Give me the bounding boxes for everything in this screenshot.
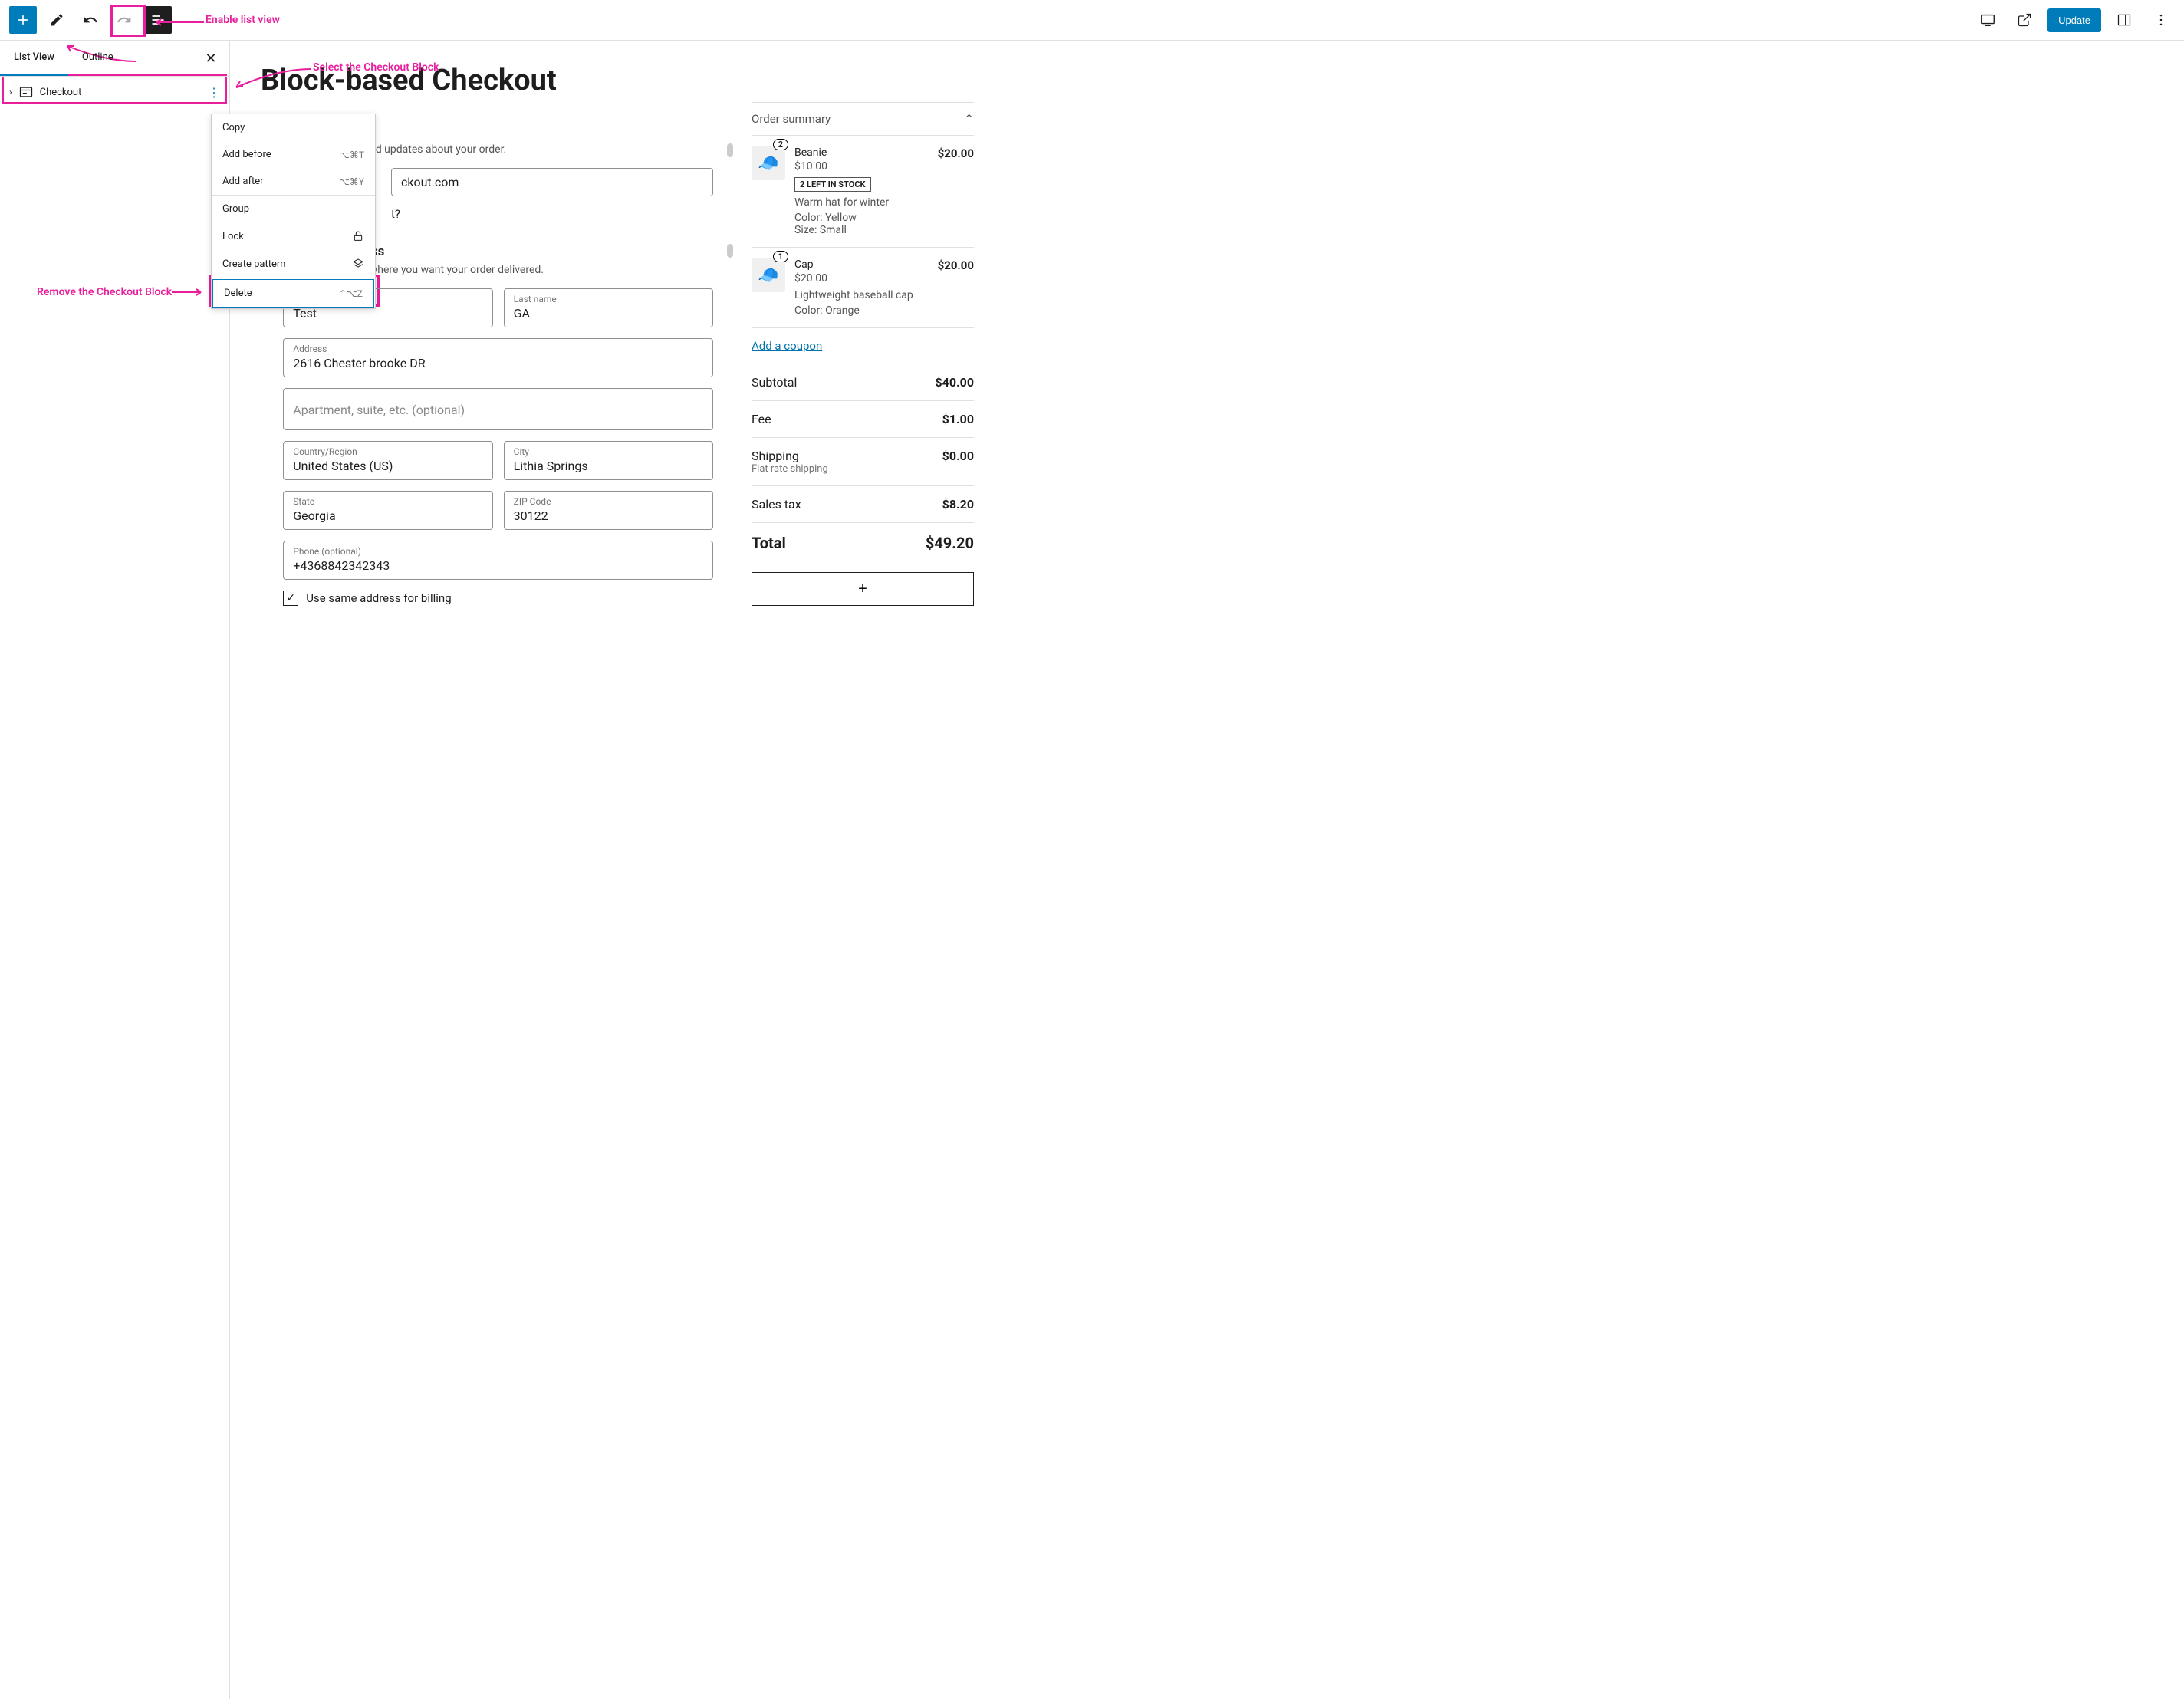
last-name-field[interactable]: Last name GA: [504, 288, 713, 327]
page-title: Block-based Checkout: [261, 64, 713, 97]
product-attr: Color: Orange: [794, 304, 929, 317]
block-options-button[interactable]: ⋮: [208, 85, 220, 100]
settings-panel-button[interactable]: [2110, 6, 2138, 34]
lock-icon: [352, 230, 364, 242]
chevron-up-icon: ⌃: [964, 112, 974, 126]
list-view-button[interactable]: [144, 6, 172, 34]
email-field[interactable]: ckout.com: [391, 168, 713, 196]
shipping-row: ShippingFlat rate shipping $0.00: [752, 437, 974, 485]
total-row: Total$49.20: [752, 522, 974, 563]
menu-add-before[interactable]: Add before⌥⌘T: [212, 141, 375, 168]
menu-lock[interactable]: Lock: [212, 222, 375, 250]
redo-button[interactable]: [110, 6, 138, 34]
product-unit-price: $10.00: [794, 160, 929, 173]
product-attr: Color: Yellow: [794, 212, 929, 224]
product-thumbnail: 🧢1: [752, 258, 785, 292]
zip-field[interactable]: ZIP Code 30122: [504, 491, 713, 530]
drag-handle[interactable]: [727, 143, 733, 157]
checkbox-icon: ✓: [283, 591, 298, 606]
tab-list-view[interactable]: List View: [0, 41, 68, 76]
chevron-right-icon: ›: [9, 87, 12, 97]
undo-button[interactable]: [77, 6, 104, 34]
product-total: $20.00: [938, 258, 974, 317]
block-context-menu: Copy Add before⌥⌘T Add after⌥⌘Y Group Lo…: [211, 114, 376, 309]
preview-button[interactable]: [1974, 6, 2001, 34]
product-desc: Lightweight baseball cap: [794, 289, 929, 301]
menu-group[interactable]: Group: [212, 196, 375, 222]
address-field[interactable]: Address 2616 Chester brooke DR: [283, 338, 713, 377]
editor-toolbar: Update: [0, 0, 2184, 41]
list-view-panel: List View Outline ✕ › Checkout ⋮: [0, 41, 230, 1699]
product-desc: Warm hat for winter: [794, 196, 929, 209]
product-name: Beanie: [794, 146, 929, 159]
tax-row: Sales tax$8.20: [752, 485, 974, 522]
product-unit-price: $20.00: [794, 272, 929, 285]
product-thumbnail: 🧢2: [752, 146, 785, 180]
tree-item-checkout[interactable]: › Checkout ⋮: [0, 77, 229, 107]
stock-badge: 2 LEFT IN STOCK: [794, 177, 871, 192]
edit-button[interactable]: [43, 6, 71, 34]
add-coupon-link[interactable]: Add a coupon: [752, 328, 974, 364]
product-name: Cap: [794, 258, 929, 271]
checkout-block-icon: [18, 84, 34, 100]
qty-badge: 1: [773, 251, 788, 262]
qty-badge: 2: [773, 139, 788, 150]
city-field[interactable]: City Lithia Springs: [504, 441, 713, 480]
summary-header[interactable]: Order summary ⌃: [752, 102, 974, 136]
pattern-icon: [352, 258, 364, 270]
apartment-field[interactable]: Apartment, suite, etc. (optional): [283, 388, 713, 430]
subtotal-row: Subtotal$40.00: [752, 364, 974, 400]
menu-copy[interactable]: Copy: [212, 114, 375, 141]
add-block-button[interactable]: [9, 6, 37, 34]
state-field[interactable]: State Georgia: [283, 491, 492, 530]
menu-add-after[interactable]: Add after⌥⌘Y: [212, 168, 375, 195]
tree-item-label: Checkout: [40, 87, 82, 98]
drag-handle[interactable]: [727, 244, 733, 258]
order-summary: Order summary ⌃ 🧢2 Beanie $10.00 2 LEFT …: [752, 56, 974, 1684]
close-panel-button[interactable]: ✕: [199, 46, 223, 71]
options-button[interactable]: [2147, 6, 2175, 34]
menu-delete[interactable]: Delete⌃⌥Z: [212, 279, 374, 308]
same-billing-checkbox[interactable]: ✓ Use same address for billing: [283, 591, 713, 606]
product-row: 🧢1 Cap $20.00 Lightweight baseball cap C…: [752, 248, 974, 328]
menu-create-pattern[interactable]: Create pattern: [212, 250, 375, 278]
product-row: 🧢2 Beanie $10.00 2 LEFT IN STOCK Warm ha…: [752, 136, 974, 248]
external-link-button[interactable]: [2011, 6, 2038, 34]
country-field[interactable]: Country/Region United States (US): [283, 441, 492, 480]
phone-field[interactable]: Phone (optional) +4368842342343: [283, 541, 713, 580]
product-attr: Size: Small: [794, 224, 929, 236]
tab-outline[interactable]: Outline: [68, 41, 127, 76]
add-block-inline-button[interactable]: +: [752, 572, 974, 606]
fee-row: Fee$1.00: [752, 400, 974, 437]
account-question: t?: [391, 207, 713, 221]
product-total: $20.00: [938, 146, 974, 236]
update-button[interactable]: Update: [2048, 8, 2101, 32]
